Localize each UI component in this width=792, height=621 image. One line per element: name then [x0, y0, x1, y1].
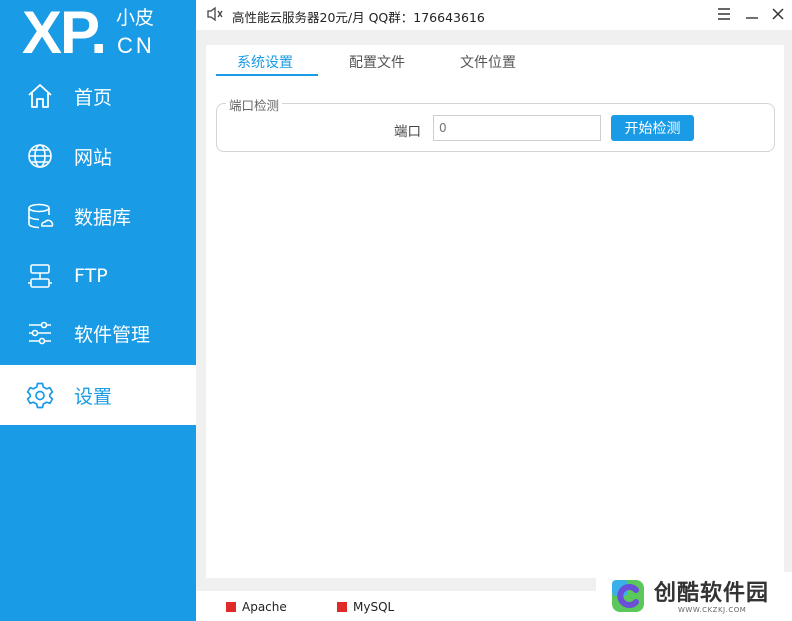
sidebar-item-settings[interactable]: 设置 [0, 365, 196, 425]
tab-system-settings[interactable]: 系统设置 [237, 52, 293, 72]
ftp-server-icon [26, 262, 54, 290]
logo-xp: XP. [22, 0, 107, 66]
start-check-button[interactable]: 开始检测 [611, 115, 694, 141]
status-label: MySQL [353, 600, 395, 614]
sidebar-item-label: FTP [74, 265, 108, 287]
status-mysql: MySQL [337, 600, 394, 614]
port-check-group-title: 端口检测 [226, 95, 283, 114]
gear-icon [26, 381, 54, 409]
watermark-url: WWW.CKZKJ.COM [678, 606, 747, 614]
sidebar-item-database[interactable]: 数据库 [0, 186, 196, 246]
sidebar-item-label: 数据库 [74, 206, 132, 229]
sidebar-item-label: 软件管理 [74, 323, 151, 346]
port-label: 端口 [394, 124, 421, 140]
watermark-logo-icon [608, 576, 648, 620]
menu-icon[interactable] [714, 4, 734, 24]
status-label: Apache [242, 600, 287, 614]
sidebar-item-website[interactable]: 网站 [0, 126, 196, 186]
sidebar-item-label: 设置 [74, 385, 113, 408]
sidebar-item-ftp[interactable]: FTP [0, 246, 196, 306]
tab-file-locations[interactable]: 文件位置 [460, 52, 516, 72]
mysql-status-indicator [337, 602, 347, 612]
apache-status-indicator [226, 602, 236, 612]
minimize-icon[interactable] [742, 4, 762, 24]
logo-cn-text: CN [117, 33, 155, 58]
active-tab-indicator [216, 74, 318, 76]
home-icon [26, 82, 54, 110]
close-icon[interactable] [768, 4, 788, 24]
logo-small-text: 小皮 [116, 7, 155, 29]
sidebar: XP. 小皮 CN 首页 网站 数据库 FTP 软件管理 设置 [0, 0, 196, 621]
watermark-title: 创酷软件园 [654, 581, 770, 606]
status-apache: Apache [226, 600, 287, 614]
globe-icon [26, 142, 54, 170]
speaker-icon [206, 6, 224, 26]
sidebar-item-label: 网站 [74, 146, 113, 169]
tab-config-files[interactable]: 配置文件 [349, 52, 405, 72]
watermark: 创酷软件园 WWW.CKZKJ.COM [596, 572, 792, 621]
sidebar-item-software[interactable]: 软件管理 [0, 303, 196, 363]
port-input[interactable] [433, 115, 601, 141]
sidebar-item-label: 首页 [74, 86, 113, 109]
top-bar: 高性能云服务器20元/月 QQ群：176643616 [196, 0, 792, 30]
sliders-icon [26, 319, 54, 347]
sidebar-item-home[interactable]: 首页 [0, 66, 196, 126]
database-icon [26, 202, 54, 230]
app-logo: XP. 小皮 CN [0, 0, 196, 66]
notice-text[interactable]: 高性能云服务器20元/月 QQ群：176643616 [232, 7, 485, 26]
